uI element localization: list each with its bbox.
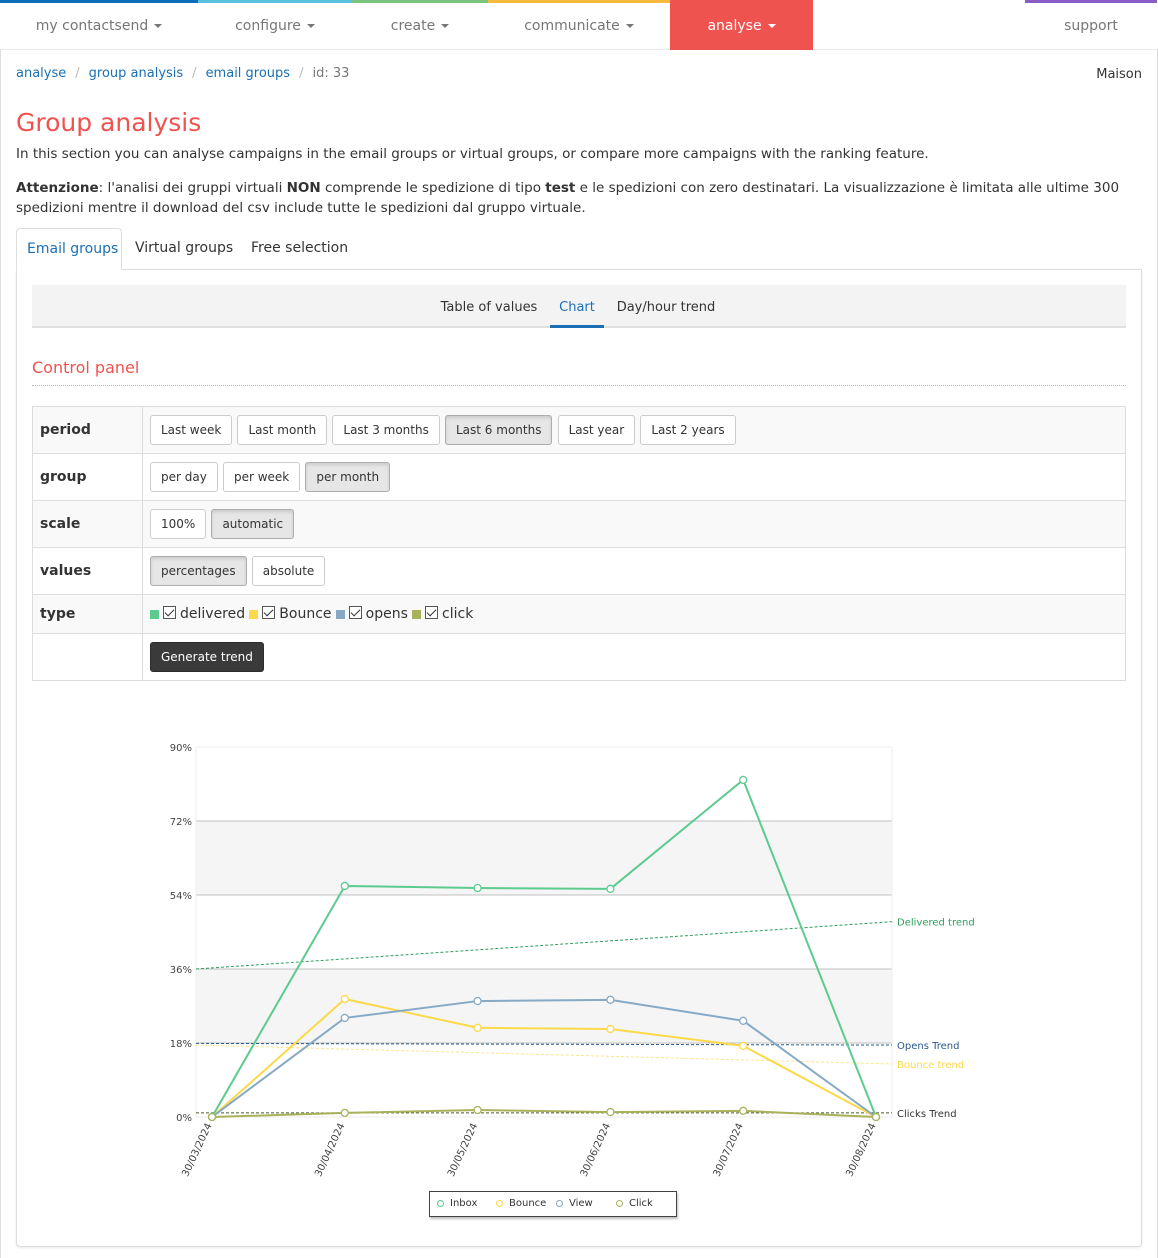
nav-item-configure[interactable]: configure <box>198 0 352 50</box>
x-tick-label: 30/06/2024 <box>579 1122 613 1179</box>
breadcrumb-separator: / <box>75 66 80 81</box>
warning-label: Attenzione <box>16 180 99 196</box>
nav-item-label: support <box>1064 18 1118 34</box>
nav-item-label: communicate <box>524 18 620 34</box>
intro-text: In this section you can analyse campaign… <box>16 146 929 162</box>
data-point <box>473 1105 482 1115</box>
nav-color-bar <box>1025 0 1157 3</box>
trend-label: Bounce trend <box>897 1060 964 1071</box>
x-tick-label: 30/07/2024 <box>712 1122 746 1179</box>
legend-item-inbox[interactable]: Inbox <box>437 1198 477 1209</box>
data-point <box>606 1024 615 1034</box>
series-line <box>211 1109 877 1118</box>
nav-item-create[interactable]: create <box>352 0 488 50</box>
page-title: Group analysis <box>16 108 202 137</box>
top-nav: my contactsend configure create communic… <box>0 0 1158 50</box>
y-tick-label: 54% <box>170 891 192 902</box>
data-point <box>739 775 748 785</box>
y-tick-label: 72% <box>170 817 192 828</box>
y-tick-label: 90% <box>170 743 192 754</box>
nav-item-label: create <box>390 18 436 34</box>
trend-label: Delivered trend <box>897 918 975 929</box>
nav-item-my-contactsend[interactable]: my contactsend <box>0 0 198 50</box>
tab-virtual-groups[interactable]: Virtual groups <box>125 228 243 270</box>
data-point <box>739 1041 748 1051</box>
x-tick-label: 30/04/2024 <box>313 1122 347 1179</box>
data-point <box>473 996 482 1006</box>
nav-color-bar <box>488 0 670 3</box>
grid-band <box>196 821 892 895</box>
tab-panel: Table of values Chart Day/hour trend Con… <box>16 269 1142 1247</box>
warning-text-part: : l'analisi dei gruppi virtuali <box>98 180 287 196</box>
caret-down-icon <box>625 24 634 28</box>
legend-label: Click <box>629 1198 653 1209</box>
data-point <box>739 1106 748 1115</box>
breadcrumb-link-email-groups[interactable]: email groups <box>206 66 291 81</box>
y-tick-label: 0% <box>176 1113 192 1124</box>
grid-band <box>196 969 892 1043</box>
breadcrumb-link-analyse[interactable]: analyse <box>16 66 66 81</box>
caret-down-icon <box>154 24 163 28</box>
trend-line <box>195 1042 893 1046</box>
caret-down-icon <box>441 24 450 28</box>
breadcrumb: analyse / group analysis / email groups / id: … <box>16 66 349 81</box>
y-tick-label: 36% <box>170 965 192 976</box>
x-tick-label: 30/03/2024 <box>180 1122 214 1179</box>
nav-item-label: configure <box>235 18 301 34</box>
data-point <box>739 1016 748 1025</box>
breadcrumb-separator: / <box>299 66 304 81</box>
trend-label: Clicks Trend <box>897 1109 957 1120</box>
legend-item-view[interactable]: View <box>556 1198 593 1209</box>
x-tick-label: 30/05/2024 <box>446 1122 480 1179</box>
nav-item-support[interactable]: support <box>1025 0 1157 50</box>
data-point <box>606 995 615 1004</box>
caret-down-icon <box>306 24 315 28</box>
warning-bold-test: test <box>545 180 576 196</box>
legend-label: Inbox <box>450 1198 478 1209</box>
breadcrumb-link-group-analysis[interactable]: group analysis <box>89 66 184 81</box>
nav-item-label: my contactsend <box>35 18 149 34</box>
data-point <box>340 881 349 891</box>
data-point <box>207 1112 217 1122</box>
breadcrumb-current: id: 33 <box>312 66 350 81</box>
data-point <box>871 1112 881 1122</box>
data-point <box>340 1108 349 1118</box>
data-point <box>340 994 349 1004</box>
legend-item-bounce[interactable]: Bounce <box>496 1198 546 1209</box>
x-tick-label: 30/08/2024 <box>844 1122 878 1179</box>
y-tick-label: 18% <box>170 1039 192 1050</box>
circle-marker-icon <box>616 1200 623 1207</box>
trend-chart: 0% 18% 36% 54% 72% 90% 30/03/2024 30/04/2024 30/… <box>170 743 975 1179</box>
data-point <box>606 1107 615 1117</box>
circle-marker-icon <box>437 1200 444 1207</box>
warning-bold-non: NON <box>286 180 321 196</box>
trend-line <box>195 1044 893 1065</box>
warning-text: Attenzione: l'analisi dei gruppi virtual… <box>16 178 1146 218</box>
breadcrumb-separator: / <box>192 66 197 81</box>
trend-label: Opens Trend <box>897 1041 959 1052</box>
user-name: Maison <box>1096 67 1142 82</box>
legend-label: View <box>569 1198 593 1209</box>
data-point <box>473 1023 482 1032</box>
circle-marker-icon <box>556 1200 563 1207</box>
legend-item-click[interactable]: Click <box>616 1198 653 1209</box>
caret-down-icon <box>767 24 776 28</box>
data-point <box>473 883 482 893</box>
chart-legend: Inbox Bounce View Click <box>429 1191 677 1217</box>
circle-marker-icon <box>496 1200 503 1207</box>
data-point <box>606 884 615 893</box>
nav-color-bar <box>352 0 488 3</box>
nav-item-analyse[interactable]: analyse <box>670 0 813 50</box>
warning-text-part: comprende le spedizione di tipo <box>320 180 546 196</box>
tab-email-groups[interactable]: Email groups <box>16 228 122 270</box>
nav-item-label: analyse <box>707 18 762 34</box>
legend-label: Bounce <box>509 1198 547 1209</box>
nav-color-bar <box>0 0 198 3</box>
nav-color-bar <box>198 0 352 3</box>
nav-item-communicate[interactable]: communicate <box>488 0 670 50</box>
tab-free-selection[interactable]: Free selection <box>241 228 358 270</box>
data-point <box>340 1013 349 1023</box>
